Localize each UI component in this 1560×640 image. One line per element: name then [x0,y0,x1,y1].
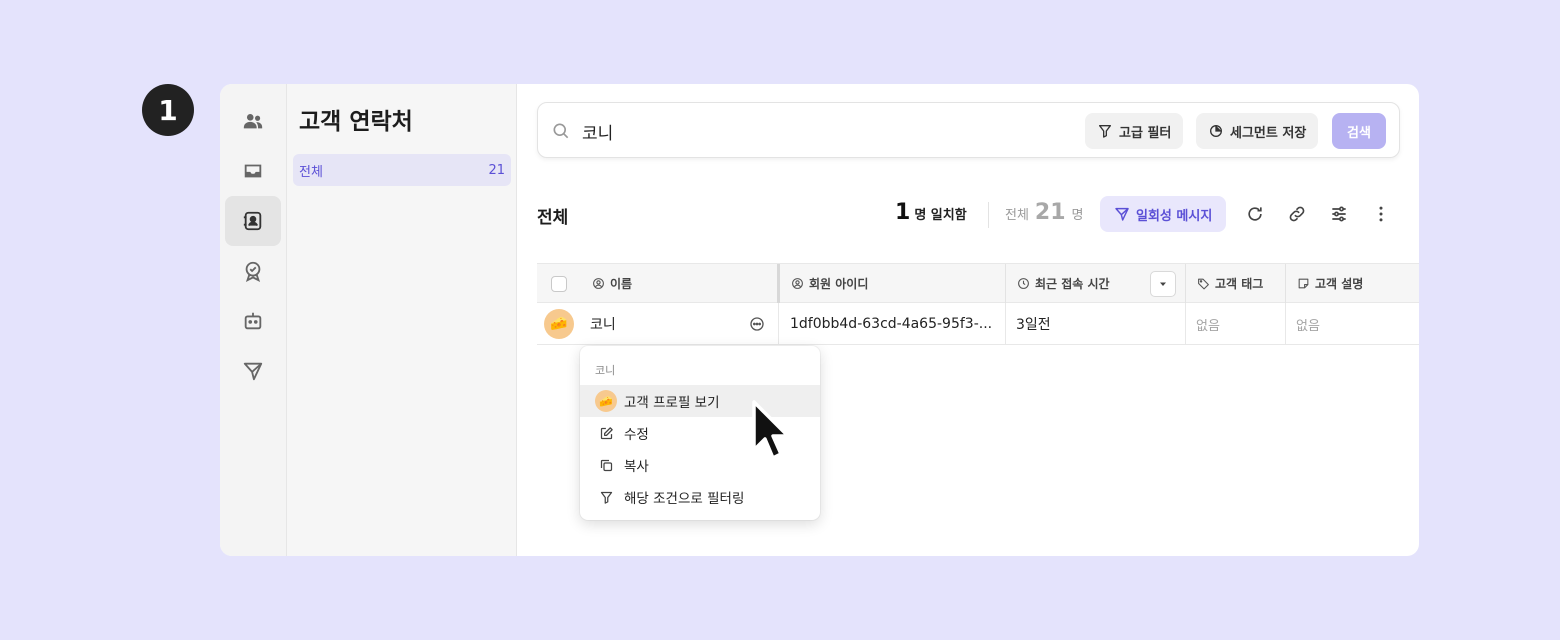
menu-item-label: 고객 프로필 보기 [624,395,720,411]
panel-item-count: 21 [488,162,505,178]
table-header: 이름 회원 아이디 최근 접속 시간 고객 태그 고객 설명 [537,263,1419,304]
match-count: 1 명 일치함 [895,200,967,225]
caret-down-icon [1160,282,1166,286]
column-label: 이름 [610,276,633,291]
user-circle-icon [792,277,803,289]
badge-check-icon [245,261,261,282]
user-circle-icon [593,277,604,289]
column-label: 고객 설명 [1315,276,1364,291]
note-icon [1298,278,1309,288]
chat-icon[interactable] [749,316,765,332]
column-header-name[interactable]: 이름 [592,264,632,302]
context-menu-header: 코니 [595,364,616,377]
tag-icon [1198,278,1209,289]
search-icon [553,123,569,139]
cell-description[interactable]: 없음 [1296,303,1320,345]
search-button[interactable]: 검색 [1332,113,1386,149]
step-badge: 1 [142,84,194,136]
settings-button[interactable] [1327,202,1351,226]
column-divider [1185,264,1186,304]
link-icon [1289,206,1305,222]
refresh-button[interactable] [1243,202,1267,226]
send-icon [243,362,263,381]
cell-name[interactable]: 코니 [590,303,616,345]
panel-item-all[interactable]: 전체 21 [293,154,511,186]
bot-icon [244,312,262,330]
column-header-member-id[interactable]: 회원 아이디 [791,264,868,302]
pie-chart-icon [1210,125,1222,137]
more-vertical-icon [1379,206,1383,222]
table-row[interactable]: 🧀 코니 1df0bb4d-63cd-4a65-95f3-... 3일전 없음 … [537,303,1419,345]
menu-item-label: 수정 [624,427,649,443]
menu-item-filter[interactable]: 해당 조건으로 필터링 [580,481,820,513]
save-segment-button[interactable]: 세그먼트 저장 [1196,113,1319,149]
sliders-icon [1332,206,1346,222]
save-segment-label: 세그먼트 저장 [1230,125,1307,141]
list-toolbar: 전체 1 명 일치함 전체 21 명 일회성 메시지 [537,196,1399,234]
toolbar-divider [988,202,989,228]
match-count-number: 1 [895,200,911,225]
column-header-tags[interactable]: 고객 태그 [1197,264,1263,302]
list-title: 전체 [537,208,569,228]
match-count-label: 명 일치함 [914,208,967,223]
column-label: 회원 아이디 [809,276,869,291]
refresh-icon [1248,207,1262,221]
total-number: 21 [1034,200,1066,225]
people-icon [243,114,263,129]
filter-icon [1099,125,1111,138]
advanced-filter-button[interactable]: 고급 필터 [1085,113,1184,149]
column-header-last-access[interactable]: 최근 접속 시간 [1017,264,1110,302]
sidebar-item-contacts[interactable] [225,196,281,246]
sidebar-item-inbox[interactable] [225,146,281,196]
cell-last-access[interactable]: 3일전 [1016,303,1051,345]
filter-icon [600,491,613,504]
search-input[interactable] [582,117,1062,145]
total-count: 전체 21 명 [1005,200,1084,225]
avatar[interactable]: 🧀 [544,309,574,339]
column-label: 고객 태그 [1215,276,1264,291]
cell-tags[interactable]: 없음 [1196,303,1220,345]
column-divider [1285,264,1286,304]
sort-dropdown-button[interactable] [1150,271,1176,297]
cell-member-id[interactable]: 1df0bb4d-63cd-4a65-95f3-... [790,303,992,345]
one-time-message-label: 일회성 메시지 [1136,208,1213,224]
advanced-filter-label: 고급 필터 [1119,125,1172,141]
avatar: 🧀 [595,390,617,412]
menu-item-label: 복사 [624,459,649,475]
copy-icon [600,459,613,471]
clock-icon [1018,277,1029,289]
column-header-description[interactable]: 고객 설명 [1297,264,1363,302]
contacts-icon [243,211,262,231]
sidebar-item-badge[interactable] [225,246,281,296]
mouse-cursor-icon [752,400,790,460]
more-button[interactable] [1369,202,1393,226]
panel-item-label: 전체 [299,164,323,180]
total-suffix: 명 [1071,208,1084,223]
column-divider [778,303,779,345]
column-divider [1185,303,1186,345]
menu-item-label: 해당 조건으로 필터링 [624,491,745,507]
contacts-panel: 고객 연락처 전체 21 [287,84,517,556]
sidebar-item-send[interactable] [225,346,281,396]
panel-title: 고객 연락처 [299,109,413,135]
column-divider [1005,303,1006,345]
sidebar-item-people[interactable] [225,96,281,146]
column-label: 최근 접속 시간 [1035,276,1110,291]
search-bar: 고급 필터 세그먼트 저장 검색 [537,102,1400,158]
total-prefix: 전체 [1005,208,1029,223]
one-time-message-button[interactable]: 일회성 메시지 [1100,196,1227,232]
link-button[interactable] [1285,202,1309,226]
column-divider [1285,303,1286,345]
sidebar-rail [220,84,287,556]
sidebar-item-bot[interactable] [225,296,281,346]
edit-icon [600,426,613,439]
column-resize-handle[interactable] [777,264,780,304]
send-icon [1115,207,1129,221]
column-divider [1005,264,1006,304]
select-all-checkbox[interactable] [551,276,567,292]
inbox-icon [244,164,262,178]
